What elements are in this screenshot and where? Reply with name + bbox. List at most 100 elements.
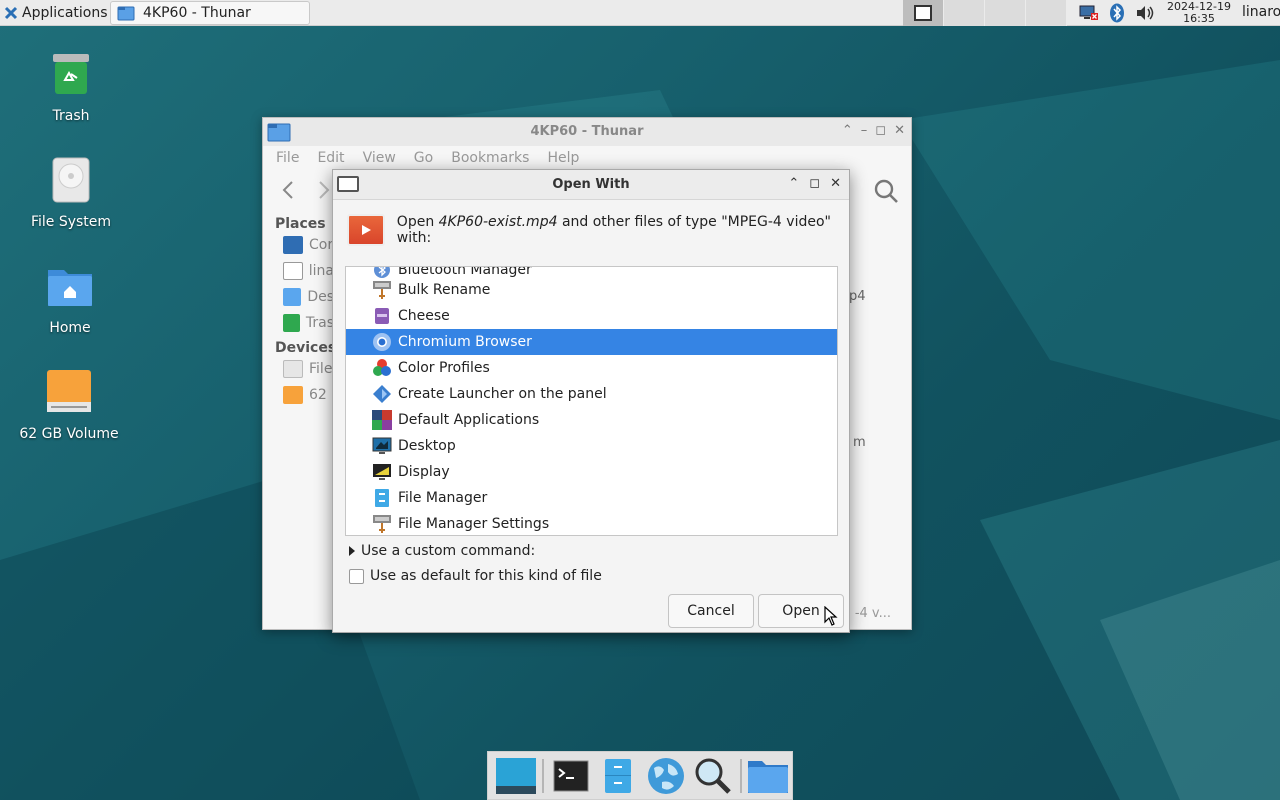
dock-home-folder[interactable] <box>745 753 792 799</box>
maximize-button[interactable]: ◻ <box>809 176 820 191</box>
sidebar-item-label: File <box>309 361 333 377</box>
menu-view[interactable]: View <box>354 150 405 166</box>
user-menu[interactable]: linaro <box>1242 4 1280 20</box>
minimize-button[interactable]: – <box>861 123 868 138</box>
show-desktop-icon <box>495 757 536 794</box>
shade-button[interactable]: ⌃ <box>788 176 799 191</box>
sidebar-item-home[interactable]: lina <box>263 258 334 284</box>
desktop-icon-trash[interactable]: Trash <box>21 50 121 124</box>
file-name: 4KP60-exist.mp4 <box>438 214 558 230</box>
list-item[interactable]: Display <box>346 459 837 485</box>
applications-menu-button[interactable]: Applications <box>0 0 112 26</box>
search-icon[interactable] <box>873 178 899 204</box>
dock-app-finder[interactable] <box>689 753 736 799</box>
dock-show-desktop[interactable] <box>492 753 539 799</box>
app-label: Color Profiles <box>398 360 490 376</box>
close-button[interactable]: ✕ <box>894 123 905 138</box>
file-manager-settings-icon <box>373 515 391 533</box>
desktop-icon-62gb-volume[interactable]: 62 GB Volume <box>19 368 119 442</box>
workspace-4[interactable] <box>1026 0 1067 26</box>
list-item-selected[interactable]: Chromium Browser <box>346 329 837 355</box>
use-as-default-checkbox[interactable]: Use as default for this kind of file <box>349 568 602 584</box>
dialog-prompt: Open 4KP60-exist.mp4 and other files of … <box>396 214 831 246</box>
dock-web-browser[interactable] <box>642 753 689 799</box>
dock-terminal[interactable] <box>547 753 594 799</box>
menu-edit[interactable]: Edit <box>308 150 353 166</box>
maximize-button[interactable]: ◻ <box>875 123 886 138</box>
menu-help[interactable]: Help <box>538 150 588 166</box>
file-manager-icon <box>375 489 389 507</box>
list-item[interactable]: Create Launcher on the panel <box>346 381 837 407</box>
sidebar-item-desktop[interactable]: Des <box>263 284 334 310</box>
shade-button[interactable]: ⌃ <box>842 123 853 138</box>
list-item[interactable]: Default Applications <box>346 407 837 433</box>
app-label: Default Applications <box>398 412 540 428</box>
cancel-button[interactable]: Cancel <box>668 594 754 628</box>
forward-icon[interactable] <box>317 180 331 200</box>
application-list[interactable]: Bluetooth Manager Bulk Rename Cheese Chr… <box>345 266 838 536</box>
video-file-icon <box>347 214 385 246</box>
list-item[interactable]: Desktop <box>346 433 837 459</box>
places-header: Places <box>275 216 326 232</box>
app-label: Display <box>398 464 450 480</box>
trash-icon <box>283 314 300 332</box>
devices-header: Devices <box>275 340 337 356</box>
xfce-logo-icon <box>4 6 18 19</box>
dialog-titlebar[interactable]: Open With ⌃ ◻ ✕ <box>333 170 849 200</box>
sidebar-item-label: Tras <box>305 315 334 331</box>
app-label: Create Launcher on the panel <box>398 386 607 402</box>
back-icon[interactable] <box>281 180 295 200</box>
dock-file-manager[interactable] <box>595 753 642 799</box>
workspace-2[interactable] <box>944 0 985 26</box>
file-name-peek: p4 <box>849 289 866 304</box>
file-name-peek: m <box>853 435 866 450</box>
chromium-icon <box>373 333 391 351</box>
bluetooth-icon[interactable] <box>1106 2 1128 24</box>
top-panel: Applications 4KP60 - Thunar 2024-12-19 1… <box>0 0 1280 26</box>
menu-go[interactable]: Go <box>405 150 442 166</box>
window-thumbnail-icon <box>914 5 932 21</box>
list-item[interactable]: Cheese <box>346 303 837 329</box>
computer-icon <box>283 236 303 254</box>
sidebar-item-computer[interactable]: Cor <box>263 232 334 258</box>
custom-command-expander[interactable]: Use a custom command: <box>349 543 535 559</box>
usb-drive-icon <box>283 386 303 404</box>
workspace-3[interactable] <box>985 0 1026 26</box>
launcher-icon <box>373 385 391 403</box>
app-label: File Manager Settings <box>398 516 550 532</box>
clock[interactable]: 2024-12-19 16:35 <box>1162 1 1236 25</box>
sidebar-item-label: 62 <box>309 387 327 403</box>
sidebar-item-file-system[interactable]: File <box>263 356 334 382</box>
list-item[interactable]: File Manager <box>346 485 837 511</box>
thunar-titlebar[interactable]: 4KP60 - Thunar ⌃ – ◻ ✕ <box>263 118 911 146</box>
close-button[interactable]: ✕ <box>830 176 841 191</box>
desktop-icon-file-system[interactable]: File System <box>21 156 121 230</box>
desktop-icon-home[interactable]: Home <box>20 262 120 336</box>
dialog-title: Open With <box>552 177 630 192</box>
sidebar-item-label: Des <box>307 289 334 305</box>
list-item[interactable]: Color Profiles <box>346 355 837 381</box>
workspace-switcher <box>903 0 1067 26</box>
list-item[interactable]: File Manager Settings <box>346 511 837 535</box>
volume-icon[interactable] <box>1134 2 1156 24</box>
dock-separator <box>542 758 545 793</box>
checkbox-box[interactable] <box>349 568 364 584</box>
menu-file[interactable]: File <box>267 150 308 166</box>
drive-icon <box>52 157 90 203</box>
sidebar-item-62gb-volume[interactable]: 62 <box>263 382 334 408</box>
workspace-1[interactable] <box>903 0 944 26</box>
list-item[interactable]: Bulk Rename <box>346 277 837 303</box>
app-label: Cheese <box>398 308 450 324</box>
expander-arrow-icon <box>349 546 355 556</box>
network-icon[interactable] <box>1078 2 1100 24</box>
desktop-icon <box>372 437 392 454</box>
taskbar-thunar-label: 4KP60 - Thunar <box>143 5 251 21</box>
terminal-icon <box>553 760 589 791</box>
sidebar-item-label: lina <box>308 263 334 279</box>
desktop-icon-label: Trash <box>52 108 90 124</box>
taskbar-thunar-button[interactable]: 4KP60 - Thunar <box>110 1 310 25</box>
dock-separator <box>739 758 742 793</box>
menu-bookmarks[interactable]: Bookmarks <box>442 150 538 166</box>
sidebar-item-trash[interactable]: Tras <box>263 310 334 336</box>
default-apps-icon <box>372 410 392 430</box>
